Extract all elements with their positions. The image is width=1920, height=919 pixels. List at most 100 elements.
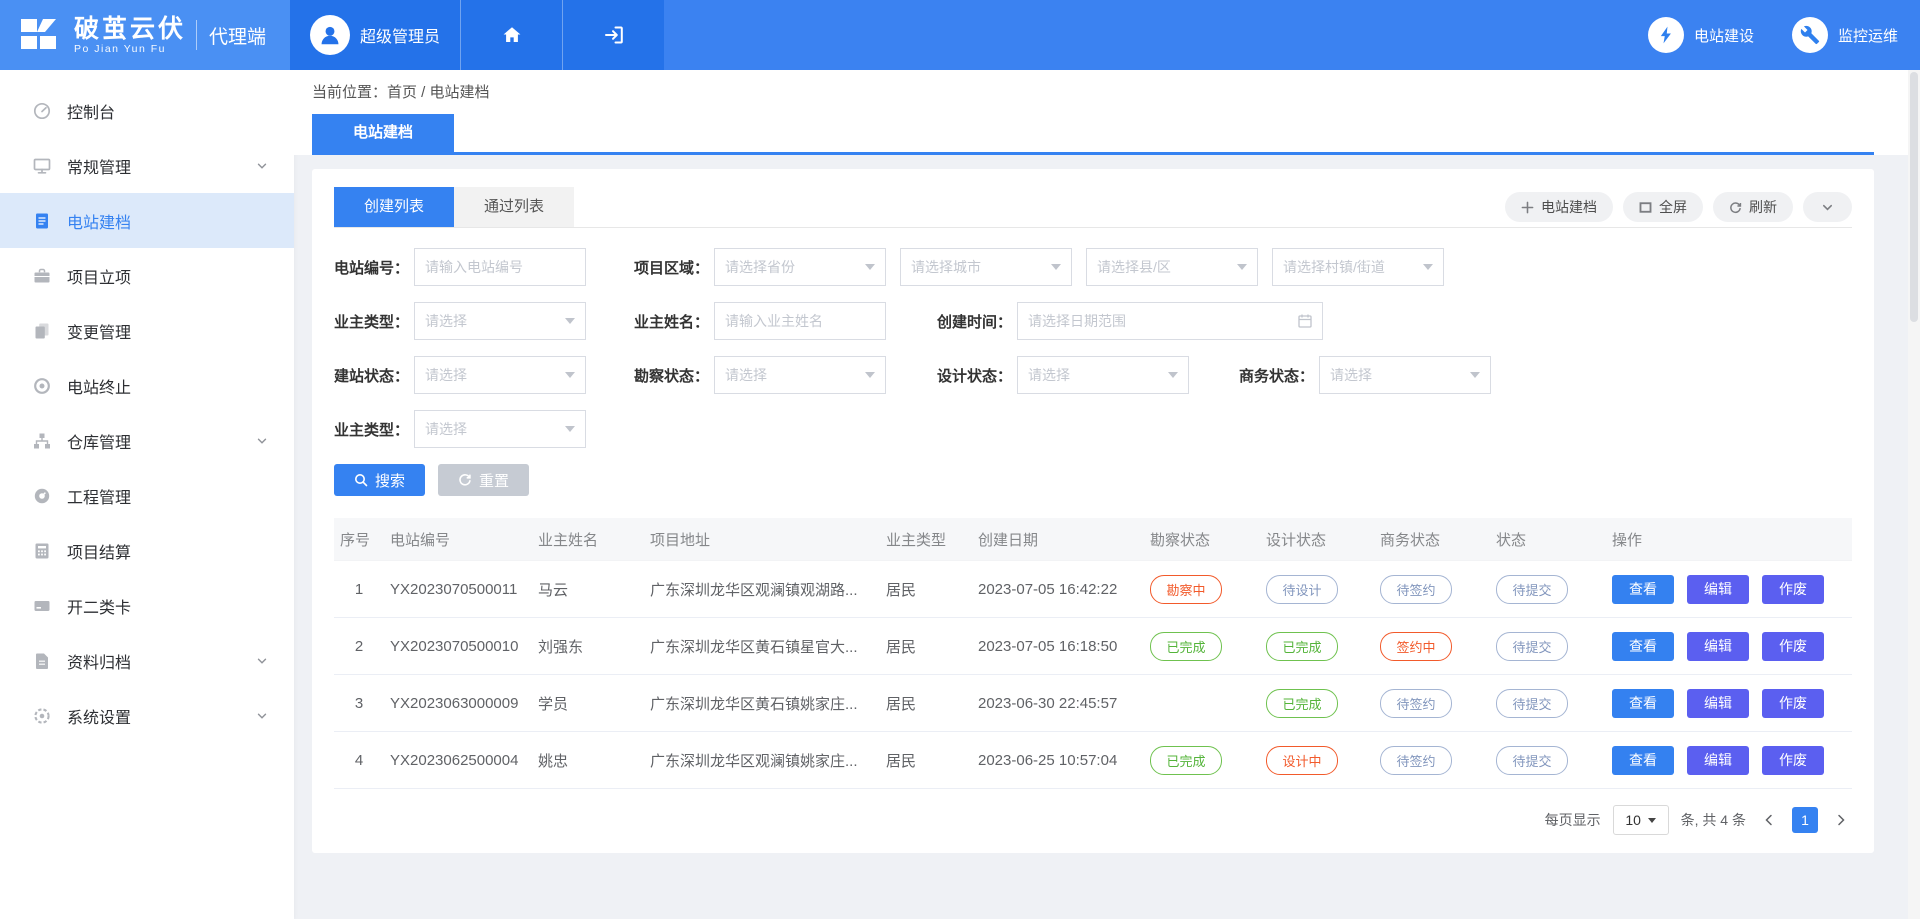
header-user-section: 超级管理员 [290,0,664,70]
row-index: 2 [334,618,384,675]
caret-down-icon [565,372,575,378]
tab-create-list[interactable]: 创建列表 [334,187,454,227]
create-date: 2023-07-05 16:42:22 [972,561,1144,618]
business-status-select[interactable]: 请选择 [1319,356,1491,394]
view-button[interactable]: 查看 [1612,575,1674,604]
nav-station-build-label: 电站建设 [1694,25,1754,46]
page-tab-station-archive[interactable]: 电站建档 [312,114,454,152]
column-header: 业主姓名 [532,518,644,561]
build-status-select[interactable]: 请选择 [414,356,586,394]
sidebar-item-station-termination[interactable]: 电站终止 [0,358,294,413]
table-row: 2YX2023070500010刘强东广东深圳龙华区黄石镇星官大...居民202… [334,618,1852,675]
prev-page-button[interactable] [1758,807,1780,833]
sidebar: 控制台常规管理电站建档项目立项变更管理电站终止仓库管理工程管理项目结算开二类卡资… [0,70,294,919]
void-button[interactable]: 作废 [1762,689,1824,718]
scrollbar[interactable] [1908,70,1920,919]
refresh-button[interactable]: 刷新 [1713,192,1793,222]
portal-label: 代理端 [209,22,266,49]
search-icon [354,473,368,487]
next-page-button[interactable] [1830,807,1852,833]
caret-down-icon [1168,372,1178,378]
user-icon [317,22,343,48]
edit-button[interactable]: 编辑 [1687,746,1749,775]
owner-name-input[interactable] [714,302,886,340]
sidebar-item-data-archive[interactable]: 资料归档 [0,633,294,688]
sidebar-item-label: 控制台 [67,99,294,123]
column-header: 项目地址 [644,518,880,561]
void-button[interactable]: 作废 [1762,746,1824,775]
column-header: 勘察状态 [1144,518,1260,561]
status-badge: 待提交 [1496,746,1568,775]
filter-form: 电站编号： 项目区域： 请选择省份 请选择城市 请选择县/区 请选择村镇/街道 … [334,228,1852,496]
gauge-icon [32,101,52,121]
owner-type2-select[interactable]: 请选择 [414,410,586,448]
fullscreen-button[interactable]: 全屏 [1623,192,1703,222]
design-status-select[interactable]: 请选择 [1017,356,1189,394]
owner-type2-label: 业主类型： [334,419,414,440]
view-button[interactable]: 查看 [1612,632,1674,661]
collapse-button[interactable] [1803,192,1852,222]
caret-down-icon [565,426,575,432]
sidebar-item-label: 资料归档 [67,649,256,673]
avatar [310,15,350,55]
edit-button[interactable]: 编辑 [1687,632,1749,661]
void-button[interactable]: 作废 [1762,575,1824,604]
station-no-input[interactable] [414,248,586,286]
owner-type: 居民 [880,732,972,789]
pagination: 每页显示 10 条, 共 4 条 1 [334,805,1852,835]
sidebar-item-general-management[interactable]: 常规管理 [0,138,294,193]
scrollbar-thumb[interactable] [1910,72,1918,322]
project-address: 广东深圳龙华区观澜镇姚家庄... [644,732,880,789]
void-button[interactable]: 作废 [1762,632,1824,661]
column-header: 序号 [334,518,384,561]
survey-status-select[interactable]: 请选择 [714,356,886,394]
sidebar-item-second-card[interactable]: 开二类卡 [0,578,294,633]
nav-station-build[interactable]: 电站建设 [1648,0,1754,70]
sidebar-item-label: 项目结算 [67,539,294,563]
create-time-range-input[interactable] [1017,302,1323,340]
breadcrumb: 当前位置：首页 / 电站建档 [312,84,1874,102]
design-status-badge: 待设计 [1266,575,1338,604]
sidebar-item-warehouse[interactable]: 仓库管理 [0,413,294,468]
total-count-label: 条, 共 4 条 [1681,810,1746,830]
province-select[interactable]: 请选择省份 [714,248,886,286]
nav-monitor-ops[interactable]: 监控运维 [1792,0,1898,70]
row-actions: 查看编辑作废 [1606,675,1852,732]
logout-button[interactable] [562,0,664,70]
archive-icon [32,651,52,671]
user-menu[interactable]: 超级管理员 [290,0,460,70]
business-status-badge: 待签约 [1380,575,1452,604]
sidebar-item-station-archive[interactable]: 电站建档 [0,193,294,248]
village-select[interactable]: 请选择村镇/街道 [1272,248,1444,286]
view-button[interactable]: 查看 [1612,689,1674,718]
edit-button[interactable]: 编辑 [1687,575,1749,604]
tab-passed-list[interactable]: 通过列表 [454,187,574,227]
home-button[interactable] [460,0,562,70]
sidebar-item-project-initiation[interactable]: 项目立项 [0,248,294,303]
logo-icon [20,17,64,53]
city-select[interactable]: 请选择城市 [900,248,1072,286]
chevron-down-icon [256,710,268,722]
add-station-button[interactable]: 电站建档 [1505,192,1613,222]
sidebar-item-system-settings[interactable]: 系统设置 [0,688,294,743]
station-no-label: 电站编号： [334,257,414,278]
create-date: 2023-07-05 16:18:50 [972,618,1144,675]
reset-button[interactable]: 重置 [438,464,529,496]
survey-status-label: 勘察状态： [634,365,714,386]
column-header: 设计状态 [1260,518,1374,561]
create-date: 2023-06-30 22:45:57 [972,675,1144,732]
county-select[interactable]: 请选择县/区 [1086,248,1258,286]
sidebar-item-label: 项目立项 [67,264,294,288]
edit-button[interactable]: 编辑 [1687,689,1749,718]
divider [196,20,197,50]
search-button[interactable]: 搜索 [334,464,425,496]
sidebar-item-engineering[interactable]: 工程管理 [0,468,294,523]
owner-type-select[interactable]: 请选择 [414,302,586,340]
page-number-1[interactable]: 1 [1792,807,1818,833]
per-page-select[interactable]: 10 [1613,805,1669,835]
sidebar-item-console[interactable]: 控制台 [0,83,294,138]
breadcrumb-label: 当前位置： [312,84,387,101]
sidebar-item-settlement[interactable]: 项目结算 [0,523,294,578]
sidebar-item-change-management[interactable]: 变更管理 [0,303,294,358]
view-button[interactable]: 查看 [1612,746,1674,775]
